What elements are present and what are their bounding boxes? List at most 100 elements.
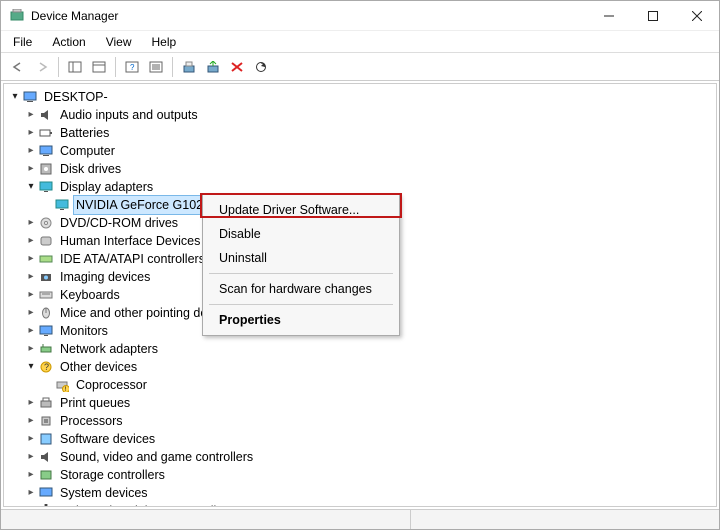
tree-device[interactable]: !Coprocessor <box>4 376 716 394</box>
context-menu: Update Driver Software... Disable Uninst… <box>202 194 400 336</box>
menu-file[interactable]: File <box>5 33 40 51</box>
menu-action[interactable]: Action <box>44 33 93 51</box>
tree-category-label[interactable]: Storage controllers <box>58 466 167 484</box>
expand-icon[interactable]: ▸ <box>24 448 38 466</box>
tree-category[interactable]: ▾?Other devices <box>4 358 716 376</box>
tree-category-label[interactable]: System devices <box>58 484 150 502</box>
tree-root-label[interactable]: DESKTOP- <box>42 88 110 106</box>
properties-button[interactable] <box>88 56 110 78</box>
tree-category-label[interactable]: IDE ATA/ATAPI controllers <box>58 250 207 268</box>
tree-category[interactable]: ▸ Audio inputs and outputs <box>4 106 716 124</box>
print-icon <box>38 396 54 410</box>
tree-category[interactable]: ▸ Batteries <box>4 124 716 142</box>
expand-icon[interactable]: ▸ <box>24 466 38 484</box>
expand-icon[interactable]: ▸ <box>24 124 38 142</box>
expand-icon[interactable]: ▸ <box>24 340 38 358</box>
tree-category-label[interactable]: Sound, video and game controllers <box>58 448 255 466</box>
tree-category-label[interactable]: Human Interface Devices <box>58 232 202 250</box>
forward-button[interactable] <box>31 56 53 78</box>
list-button[interactable] <box>145 56 167 78</box>
expand-icon[interactable]: ▸ <box>24 304 38 322</box>
expand-icon[interactable]: ▸ <box>24 412 38 430</box>
tree-category-label[interactable]: Universal Serial Bus controllers <box>58 502 236 507</box>
tree-category-label[interactable]: Network adapters <box>58 340 160 358</box>
expand-icon[interactable]: ▸ <box>24 430 38 448</box>
expand-icon[interactable]: ▸ <box>24 214 38 232</box>
tree-category-label[interactable]: Computer <box>58 142 117 160</box>
expand-icon[interactable]: ▸ <box>24 268 38 286</box>
ide-icon <box>38 252 54 266</box>
expand-icon[interactable]: ▸ <box>24 484 38 502</box>
collapse-icon[interactable]: ▾ <box>24 178 38 196</box>
tree-category[interactable]: ▸ System devices <box>4 484 716 502</box>
expand-icon[interactable]: ▸ <box>24 286 38 304</box>
device-icon <box>54 198 70 212</box>
tree-category-label[interactable]: Audio inputs and outputs <box>58 106 200 124</box>
ctx-update-driver[interactable]: Update Driver Software... <box>205 198 397 222</box>
svg-text:?: ? <box>130 63 135 72</box>
expand-icon[interactable]: ▸ <box>24 502 38 507</box>
back-button[interactable] <box>7 56 29 78</box>
tree-category[interactable]: ▸ Print queues <box>4 394 716 412</box>
tree-category[interactable]: ▸ Storage controllers <box>4 466 716 484</box>
tree-category[interactable]: ▸ Universal Serial Bus controllers <box>4 502 716 507</box>
mouse-icon <box>38 306 54 320</box>
separator <box>172 57 173 77</box>
scan-button[interactable] <box>250 56 272 78</box>
tree-category-label[interactable]: Software devices <box>58 430 157 448</box>
minimize-button[interactable] <box>587 2 631 30</box>
disable-button[interactable] <box>226 56 248 78</box>
expand-icon[interactable]: ▸ <box>24 394 38 412</box>
menu-help[interactable]: Help <box>144 33 185 51</box>
battery-icon <box>38 126 54 140</box>
computer-icon <box>22 90 38 104</box>
tree-root[interactable]: ▾ DESKTOP- <box>4 88 716 106</box>
tree-category-label[interactable]: Monitors <box>58 322 110 340</box>
tree-category[interactable]: ▸ Network adapters <box>4 340 716 358</box>
tree-category[interactable]: ▸ Processors <box>4 412 716 430</box>
imaging-icon <box>38 270 54 284</box>
menu-view[interactable]: View <box>98 33 140 51</box>
software-icon <box>38 432 54 446</box>
hid-icon <box>38 234 54 248</box>
expand-icon[interactable]: ▸ <box>24 106 38 124</box>
collapse-icon[interactable]: ▾ <box>8 88 22 106</box>
tree-category[interactable]: ▸ Computer <box>4 142 716 160</box>
ctx-uninstall[interactable]: Uninstall <box>205 246 397 270</box>
tree-category-label[interactable]: Imaging devices <box>58 268 152 286</box>
expand-icon[interactable]: ▸ <box>24 142 38 160</box>
status-bar <box>1 509 719 529</box>
ctx-properties[interactable]: Properties <box>205 308 397 332</box>
ctx-disable[interactable]: Disable <box>205 222 397 246</box>
expand-icon[interactable]: ▸ <box>24 160 38 178</box>
sound-icon <box>38 450 54 464</box>
expand-icon[interactable]: ▸ <box>24 232 38 250</box>
tree-category[interactable]: ▸ Software devices <box>4 430 716 448</box>
separator <box>209 304 393 305</box>
uninstall-button[interactable] <box>202 56 224 78</box>
update-driver-button[interactable] <box>178 56 200 78</box>
keyboard-icon <box>38 288 54 302</box>
tree-category-label[interactable]: Display adapters <box>58 178 155 196</box>
tree-category-label[interactable]: Print queues <box>58 394 132 412</box>
tree-category[interactable]: ▸ Disk drives <box>4 160 716 178</box>
help-button[interactable]: ? <box>121 56 143 78</box>
tree-device-label[interactable]: NVIDIA GeForce G102M <box>74 196 216 214</box>
maximize-button[interactable] <box>631 2 675 30</box>
show-hide-tree-button[interactable] <box>64 56 86 78</box>
tree-category[interactable]: ▸ Sound, video and game controllers <box>4 448 716 466</box>
tree-category-label[interactable]: Other devices <box>58 358 139 376</box>
tree-category-label[interactable]: Processors <box>58 412 125 430</box>
close-button[interactable] <box>675 2 719 30</box>
monitor-icon <box>38 324 54 338</box>
tree-category-label[interactable]: DVD/CD-ROM drives <box>58 214 180 232</box>
window-title: Device Manager <box>31 9 587 23</box>
expand-icon[interactable]: ▸ <box>24 322 38 340</box>
tree-device-label[interactable]: Coprocessor <box>74 376 149 394</box>
tree-category-label[interactable]: Keyboards <box>58 286 122 304</box>
tree-category-label[interactable]: Batteries <box>58 124 111 142</box>
ctx-scan[interactable]: Scan for hardware changes <box>205 277 397 301</box>
tree-category-label[interactable]: Disk drives <box>58 160 123 178</box>
expand-icon[interactable]: ▸ <box>24 250 38 268</box>
collapse-icon[interactable]: ▾ <box>24 358 38 376</box>
